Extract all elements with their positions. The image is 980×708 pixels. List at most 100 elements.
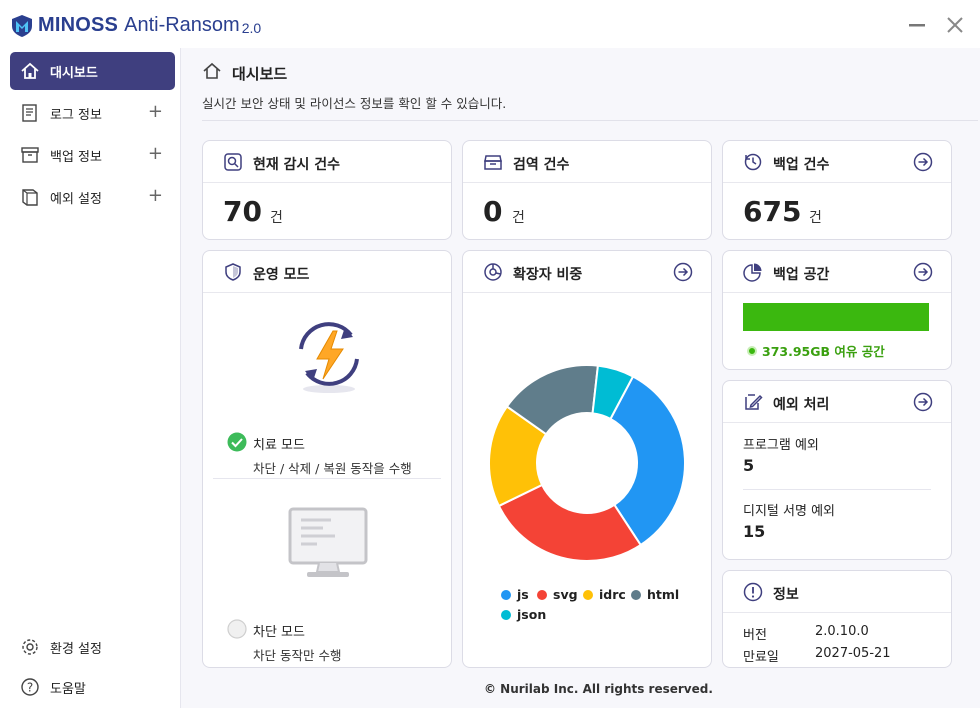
legend-dot xyxy=(631,589,641,600)
expand-plus-icon[interactable]: + xyxy=(148,187,163,205)
backup-space-progress-bar xyxy=(743,303,929,331)
page-title: 대시보드 xyxy=(232,65,288,83)
expire-label: 만료일 xyxy=(743,650,779,665)
block-mode-label[interactable]: 차단 모드 xyxy=(253,621,305,640)
legend-item-svg: svg xyxy=(537,587,578,602)
card-title: 백업 공간 xyxy=(773,267,830,283)
sidebar-item-label: 로그 정보 xyxy=(50,107,102,123)
arrow-right-circle-icon[interactable] xyxy=(913,392,933,412)
home-icon xyxy=(20,61,40,81)
card-header: 백업 공간 xyxy=(723,251,951,293)
count-unit: 건 xyxy=(512,210,525,226)
monitor-illustration-icon xyxy=(288,507,368,577)
log-icon xyxy=(20,103,40,123)
count-unit: 건 xyxy=(809,210,822,226)
divider xyxy=(743,489,931,490)
footer-copyright: © Nurilab Inc. All rights reserved. xyxy=(484,682,713,696)
backup-count-value: 675 xyxy=(743,195,802,228)
card-title: 검역 건수 xyxy=(513,157,570,173)
expand-plus-icon[interactable]: + xyxy=(148,103,163,121)
version-value: 2.0.10.0 xyxy=(815,624,869,639)
arrow-right-circle-icon[interactable] xyxy=(913,262,933,282)
divider xyxy=(202,120,978,121)
card-title: 정보 xyxy=(773,587,799,603)
version-label: 버전 xyxy=(743,628,767,643)
extension-donut-chart xyxy=(488,364,686,562)
card-header: 확장자 비중 xyxy=(463,251,711,293)
sidebar-item-label: 환경 설정 xyxy=(50,641,102,657)
extension-ratio-card: 확장자 비중 js svg idrc html json xyxy=(462,250,712,668)
legend-label: json xyxy=(517,607,547,622)
sidebar-item-label: 예외 설정 xyxy=(50,191,102,207)
minimize-icon xyxy=(909,24,925,27)
backup-count-card: 백업 건수 675 건 xyxy=(722,140,952,240)
sidebar-item-dashboard[interactable]: 대시보드 xyxy=(10,52,175,90)
sidebar-item-log[interactable]: 로그 정보 + xyxy=(10,94,175,132)
quarantine-box-icon xyxy=(484,155,502,170)
arrow-right-circle-icon[interactable] xyxy=(673,262,693,282)
app-version: 2.0 xyxy=(241,20,262,36)
signature-exception-value: 15 xyxy=(743,522,766,541)
check-circle-icon[interactable] xyxy=(227,432,247,452)
svg-text:?: ? xyxy=(27,681,33,695)
page-subtitle: 실시간 보안 상태 및 라이선스 정보를 확인 할 수 있습니다. xyxy=(202,96,507,111)
info-card: 정보 버전 2.0.10.0 만료일 2027-05-21 xyxy=(722,570,952,668)
backup-box-icon xyxy=(20,145,40,165)
card-title: 예외 처리 xyxy=(773,397,830,413)
shield-logo-icon xyxy=(12,14,32,37)
sidebar-item-label: 백업 정보 xyxy=(50,149,102,165)
status-dot-icon xyxy=(747,345,757,356)
block-mode-description: 차단 동작만 수행 xyxy=(253,648,342,663)
legend-label: idrc xyxy=(599,587,626,602)
backup-clock-icon xyxy=(744,153,762,171)
operation-mode-card: 운영 모드 치료 모드 차단 / 삭제 / 복원 동작을 수행 차단 모드 차단… xyxy=(202,250,452,668)
minimize-button[interactable] xyxy=(906,14,928,36)
exception-book-icon xyxy=(20,187,40,207)
expand-plus-icon[interactable]: + xyxy=(148,145,163,163)
shield-icon xyxy=(225,263,241,281)
app-brand: MINOSS xyxy=(38,14,119,36)
legend-item-idrc: idrc xyxy=(583,587,626,602)
legend-label: js xyxy=(517,587,529,602)
info-exclamation-icon xyxy=(743,582,763,602)
expire-value: 2027-05-21 xyxy=(815,646,891,661)
legend-item-json: json xyxy=(501,607,546,622)
close-button[interactable] xyxy=(944,14,966,36)
cure-mode-description: 차단 / 삭제 / 복원 동작을 수행 xyxy=(253,461,412,476)
legend-dot xyxy=(501,609,511,620)
divider xyxy=(213,478,441,479)
monitor-count-value: 70 xyxy=(223,195,262,228)
help-icon: ? xyxy=(20,677,40,697)
app-logo: MINOSS Anti-Ransom 2.0 xyxy=(12,14,261,37)
cure-mode-illustration-icon xyxy=(299,322,359,393)
card-header: 정보 xyxy=(723,571,951,613)
radio-unchecked-icon[interactable] xyxy=(227,619,247,639)
sidebar-item-help[interactable]: ? 도움말 xyxy=(10,668,175,706)
monitor-search-icon xyxy=(224,153,242,171)
program-exception-value: 5 xyxy=(743,456,755,475)
backup-space-card: 백업 공간 373.95GB 여유 공간 xyxy=(722,250,952,370)
quarantine-count-value: 0 xyxy=(483,195,503,228)
card-header: 현재 감시 건수 xyxy=(203,141,451,183)
signature-exception-label: 디지털 서명 예외 xyxy=(743,504,835,519)
free-space-text: 373.95GB 여유 공간 xyxy=(747,341,885,360)
free-space-value: 373.95GB 여유 공간 xyxy=(762,344,885,359)
arrow-right-circle-icon[interactable] xyxy=(913,152,933,172)
sidebar-item-exception[interactable]: 예외 설정 + xyxy=(10,178,175,216)
storage-pie-icon xyxy=(743,263,762,282)
legend-item-js: js xyxy=(501,587,529,602)
card-header: 운영 모드 xyxy=(203,251,451,293)
cure-mode-label[interactable]: 치료 모드 xyxy=(253,434,305,453)
close-icon xyxy=(947,17,963,33)
app-product: Anti-Ransom xyxy=(124,14,240,36)
sidebar-item-settings[interactable]: 환경 설정 xyxy=(10,628,175,666)
program-exception-label: 프로그램 예외 xyxy=(743,438,819,453)
count-unit: 건 xyxy=(270,210,283,226)
card-header: 검역 건수 xyxy=(463,141,711,183)
card-title: 운영 모드 xyxy=(253,267,310,283)
sidebar-item-backup[interactable]: 백업 정보 + xyxy=(10,136,175,174)
card-title: 확장자 비중 xyxy=(513,267,583,283)
sidebar: 대시보드 로그 정보 + 백업 정보 + 예외 설정 + 환경 설정 ? 도움말 xyxy=(0,48,181,708)
card-header: 예외 처리 xyxy=(723,381,951,423)
sidebar-item-label: 대시보드 xyxy=(50,65,98,81)
